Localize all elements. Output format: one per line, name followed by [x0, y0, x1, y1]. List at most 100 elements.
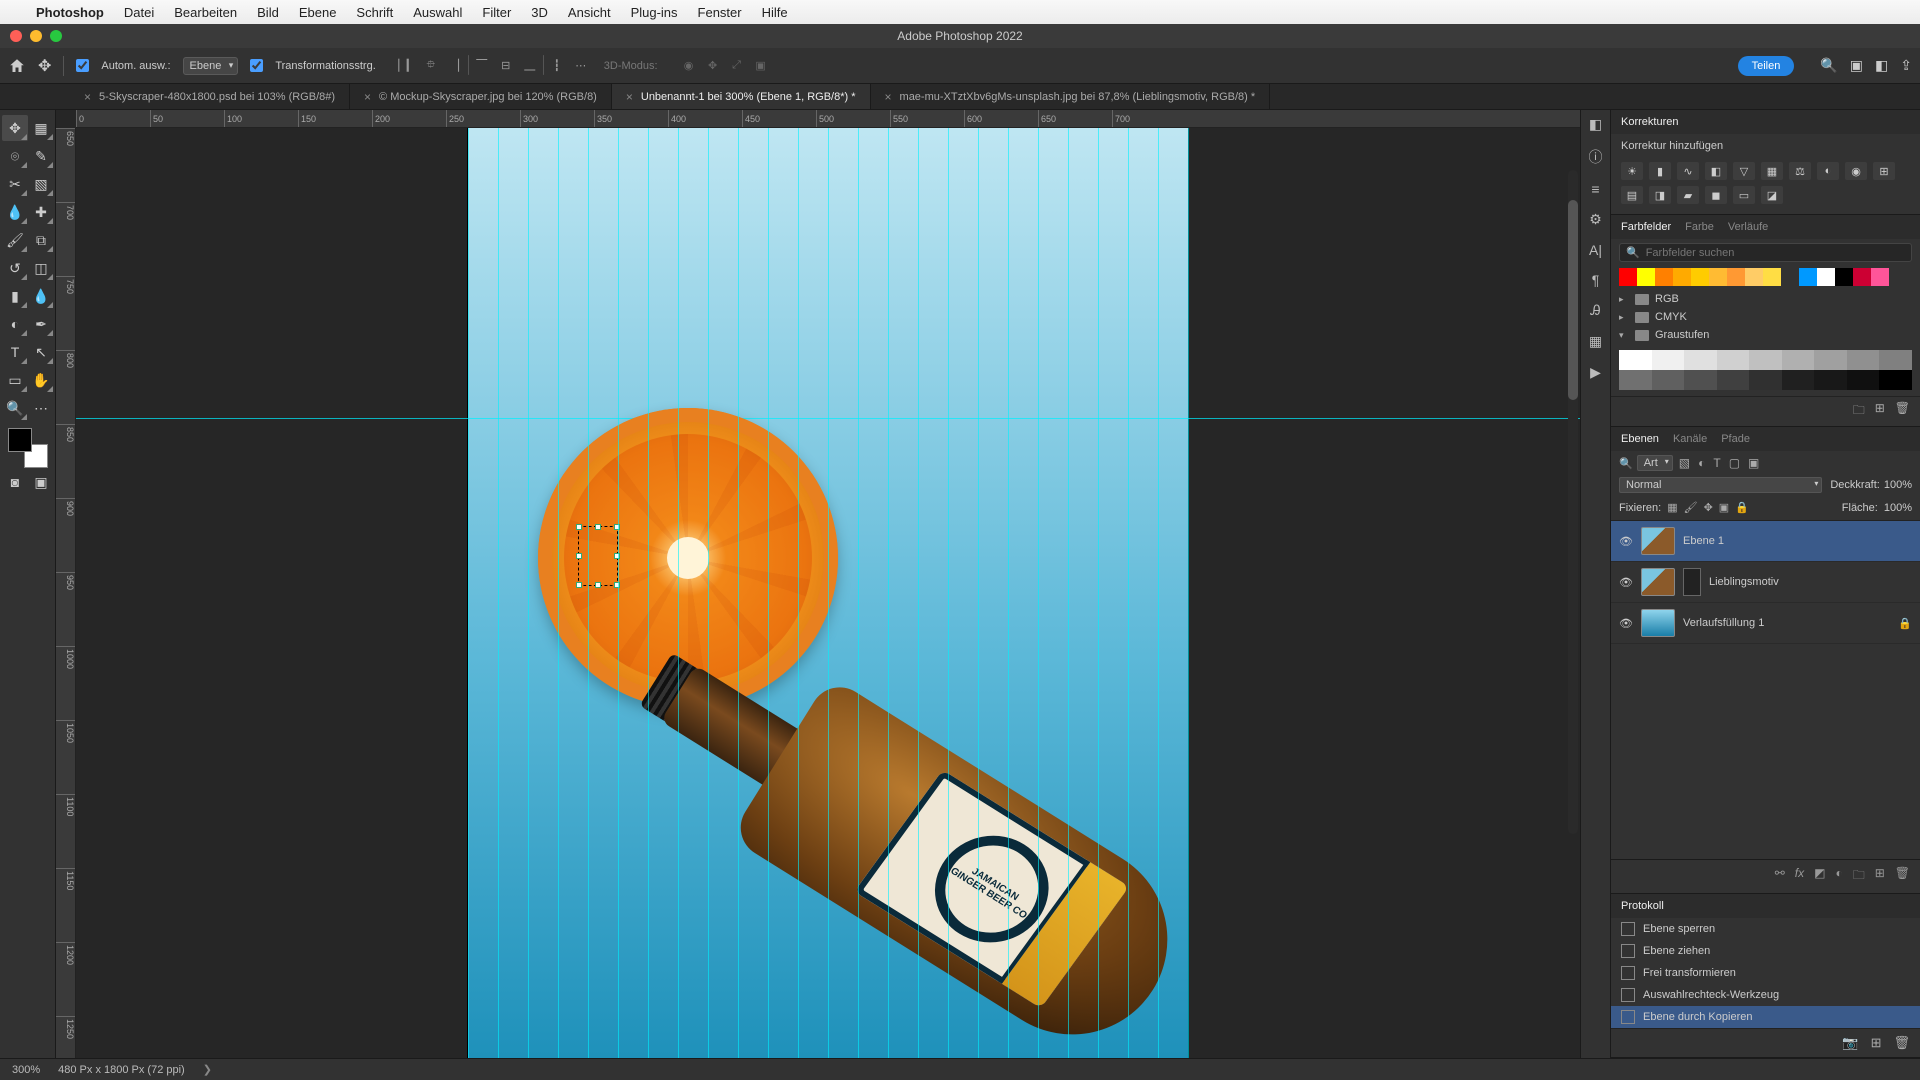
- colorlookup-icon[interactable]: ▤: [1621, 186, 1643, 204]
- panel-icon[interactable]: ≡: [1591, 181, 1599, 197]
- color-swatches[interactable]: [8, 428, 48, 468]
- guide-vertical[interactable]: [678, 128, 679, 1058]
- home-icon[interactable]: [8, 57, 26, 75]
- swatch-group-cmyk[interactable]: ▸CMYK: [1619, 308, 1912, 326]
- swatch[interactable]: [1814, 370, 1847, 390]
- ruler-horizontal[interactable]: 0501001502002503003504004505005506006507…: [76, 110, 1580, 128]
- eyedropper-tool[interactable]: 💧: [2, 199, 28, 225]
- close-tab-icon[interactable]: ×: [885, 90, 892, 104]
- layer-visibility-icon[interactable]: 👁: [1619, 576, 1633, 589]
- swatch[interactable]: [1749, 370, 1782, 390]
- swatch-delete-icon[interactable]: 🗑: [1895, 401, 1910, 422]
- menu-view[interactable]: Ansicht: [568, 5, 611, 20]
- swatch[interactable]: [1709, 268, 1727, 286]
- invert-icon[interactable]: ◨: [1649, 186, 1671, 204]
- layer-thumbnail[interactable]: [1641, 527, 1675, 555]
- swatch[interactable]: [1817, 268, 1835, 286]
- window-maximize-button[interactable]: [50, 30, 62, 42]
- foreground-color-swatch[interactable]: [8, 428, 32, 452]
- move-tool[interactable]: ✥: [2, 115, 28, 141]
- posterize-icon[interactable]: ▰: [1677, 186, 1699, 204]
- pan-3d-icon[interactable]: ✥: [702, 55, 724, 77]
- guide-vertical[interactable]: [948, 128, 949, 1058]
- hue-icon[interactable]: ▦: [1761, 162, 1783, 180]
- menu-edit[interactable]: Bearbeiten: [174, 5, 237, 20]
- guide-vertical[interactable]: [1128, 128, 1129, 1058]
- panel-icon[interactable]: ¶: [1592, 272, 1600, 288]
- swatch-search-input[interactable]: [1646, 247, 1905, 259]
- bw-icon[interactable]: ◐: [1817, 162, 1839, 180]
- artboard-tool[interactable]: ▦: [28, 115, 54, 141]
- swatch[interactable]: [1717, 370, 1750, 390]
- layer-visibility-icon[interactable]: 👁: [1619, 617, 1633, 630]
- path-select-tool[interactable]: ↖: [28, 339, 54, 365]
- history-tab[interactable]: Protokoll: [1621, 900, 1664, 912]
- curves-icon[interactable]: ∿: [1677, 162, 1699, 180]
- lasso-tool[interactable]: ⌾: [2, 143, 28, 169]
- history-snapshot-icon[interactable]: 📷: [1842, 1035, 1858, 1051]
- quick-select-tool[interactable]: ✎: [28, 143, 54, 169]
- window-close-button[interactable]: [10, 30, 22, 42]
- guide-vertical[interactable]: [618, 128, 619, 1058]
- panel-icon[interactable]: ▦: [1589, 333, 1602, 350]
- ruler-vertical[interactable]: 6507007508008509009501000105011001150120…: [56, 128, 76, 1058]
- swatch[interactable]: [1727, 268, 1745, 286]
- swatch[interactable]: [1847, 350, 1880, 370]
- eraser-tool[interactable]: ◫: [28, 255, 54, 281]
- swatch[interactable]: [1652, 350, 1685, 370]
- adjustments-tab[interactable]: Korrekturen: [1621, 116, 1678, 128]
- swatch[interactable]: [1799, 268, 1817, 286]
- swatch[interactable]: [1879, 350, 1912, 370]
- doc-info[interactable]: 480 Px x 1800 Px (72 ppi): [58, 1064, 185, 1076]
- guide-vertical[interactable]: [768, 128, 769, 1058]
- guide-vertical[interactable]: [498, 128, 499, 1058]
- menu-3d[interactable]: 3D: [531, 5, 548, 20]
- menu-layer[interactable]: Ebene: [299, 5, 337, 20]
- blur-tool[interactable]: 💧: [28, 283, 54, 309]
- share-button[interactable]: Teilen: [1738, 56, 1795, 76]
- align-bottom-icon[interactable]: ⎽: [519, 55, 541, 77]
- quick-mask-icon[interactable]: ◙: [2, 469, 28, 495]
- history-brush-tool[interactable]: ↺: [2, 255, 28, 281]
- healing-tool[interactable]: ✚: [28, 199, 54, 225]
- workspace-icon[interactable]: ◧: [1875, 57, 1888, 74]
- swatch[interactable]: [1652, 370, 1685, 390]
- swatch-folder-icon[interactable]: 🗀: [1853, 401, 1865, 422]
- swatch[interactable]: [1749, 350, 1782, 370]
- layers-tab[interactable]: Ebenen: [1621, 433, 1659, 445]
- swatch[interactable]: [1717, 350, 1750, 370]
- guide-vertical[interactable]: [1188, 128, 1189, 1058]
- photofilter-icon[interactable]: ◉: [1845, 162, 1867, 180]
- history-item[interactable]: Ebene durch Kopieren: [1611, 1006, 1920, 1028]
- lock-artboard-icon[interactable]: ▣: [1719, 501, 1729, 514]
- lock-all-icon[interactable]: 🔒: [1735, 501, 1749, 514]
- swatch-new-icon[interactable]: ⊞: [1875, 401, 1885, 422]
- dolly-3d-icon[interactable]: ⤢: [726, 55, 748, 77]
- close-tab-icon[interactable]: ×: [84, 90, 91, 104]
- lock-pixels-icon[interactable]: 🖌: [1684, 501, 1698, 514]
- history-delete-icon[interactable]: 🗑: [1893, 1035, 1910, 1051]
- layer-visibility-icon[interactable]: 👁: [1619, 535, 1633, 548]
- guide-vertical[interactable]: [888, 128, 889, 1058]
- align-hcenter-icon[interactable]: ⯐: [420, 55, 442, 77]
- document-tab[interactable]: ×5-Skyscraper-480x1800.psd bei 103% (RGB…: [70, 84, 350, 109]
- new-layer-icon[interactable]: ⊞: [1875, 866, 1885, 887]
- align-right-icon[interactable]: ▕: [444, 55, 466, 77]
- transform-controls-checkbox[interactable]: [250, 59, 263, 72]
- layer-thumbnail[interactable]: [1641, 609, 1675, 637]
- dodge-tool[interactable]: ◐: [2, 311, 28, 337]
- swatch[interactable]: [1637, 268, 1655, 286]
- swatch[interactable]: [1814, 350, 1847, 370]
- guide-vertical[interactable]: [1068, 128, 1069, 1058]
- levels-icon[interactable]: ▮: [1649, 162, 1671, 180]
- menu-help[interactable]: Hilfe: [762, 5, 788, 20]
- guide-vertical[interactable]: [918, 128, 919, 1058]
- guide-vertical[interactable]: [468, 128, 469, 1058]
- filter-pixel-icon[interactable]: ▧: [1677, 456, 1692, 470]
- guide-vertical[interactable]: [588, 128, 589, 1058]
- canvas-area[interactable]: 0501001502002503003504004505005506006507…: [56, 110, 1580, 1058]
- menu-filter[interactable]: Filter: [482, 5, 511, 20]
- layer-name[interactable]: Lieblingsmotiv: [1709, 576, 1912, 588]
- guide-vertical[interactable]: [738, 128, 739, 1058]
- gradients-tab[interactable]: Verläufe: [1728, 221, 1768, 233]
